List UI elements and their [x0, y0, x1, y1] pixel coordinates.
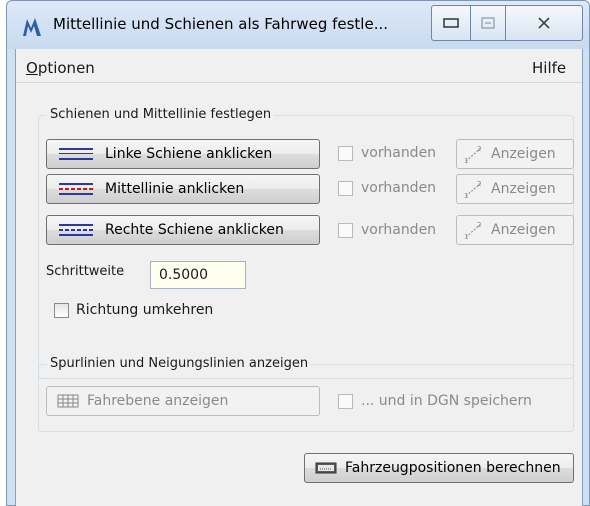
schrittweite-label: Schrittweite	[46, 264, 125, 279]
close-icon	[538, 17, 550, 29]
svg-text:1: 1	[464, 233, 468, 240]
mittellinie-label: Mittellinie anklicken	[105, 181, 245, 197]
keyboard-icon	[315, 462, 337, 474]
dialog-window: Mittellinie und Schienen als Fahrweg fes…	[6, 0, 590, 506]
vorhanden-label-3: vorhanden	[361, 222, 437, 238]
schrittweite-input[interactable]: 0.5000	[150, 261, 246, 289]
maximize-icon	[481, 17, 495, 29]
group-spurlinien-legend: Spurlinien und Neigungslinien anzeigen	[47, 356, 312, 371]
line-style-icon	[59, 146, 93, 162]
menu-optionen-accel: O	[26, 59, 38, 77]
vorhanden-checkbox-3[interactable]	[338, 223, 353, 238]
menu-hilfe[interactable]: Hilfe	[532, 59, 566, 77]
anzeigen-label-2: Anzeigen	[491, 181, 556, 197]
group-schienen-legend: Schienen und Mittellinie festlegen	[47, 107, 275, 122]
dialog-client: Optionen Hilfe Schienen und Mittellinie …	[15, 49, 583, 506]
richtung-umkehren-label: Richtung umkehren	[76, 302, 214, 318]
mittellinie-button[interactable]: Mittellinie anklicken	[46, 174, 320, 204]
measure-icon: 1 2	[464, 180, 481, 199]
title-bar[interactable]: Mittellinie und Schienen als Fahrweg fes…	[7, 1, 589, 49]
fahrzeugpositionen-button[interactable]: Fahrzeugpositionen berechnen	[304, 453, 574, 483]
rechte-schiene-label: Rechte Schiene anklicken	[105, 222, 284, 238]
svg-text:2: 2	[477, 145, 481, 153]
grid-icon	[57, 394, 79, 408]
window-title: Mittellinie und Schienen als Fahrweg fes…	[53, 15, 389, 33]
vorhanden-label-2: vorhanden	[361, 180, 437, 196]
dgn-speichern-checkbox[interactable]	[338, 394, 353, 409]
vorhanden-checkbox-2[interactable]	[338, 181, 353, 196]
close-button[interactable]	[505, 5, 583, 41]
anzeigen-button-2[interactable]: 1 2 Anzeigen	[456, 174, 574, 204]
fahrebene-label: Fahrebene anzeigen	[87, 393, 229, 409]
minimize-button[interactable]	[431, 5, 471, 41]
svg-text:2: 2	[477, 221, 481, 229]
svg-text:2: 2	[477, 180, 481, 188]
measure-icon: 1 2	[464, 145, 481, 164]
svg-text:1: 1	[464, 157, 468, 164]
menu-optionen[interactable]: Optionen	[26, 59, 95, 77]
line-style-icon	[59, 222, 93, 238]
anzeigen-button-3[interactable]: 1 2 Anzeigen	[456, 215, 574, 245]
dgn-speichern-label: ... und in DGN speichern	[361, 393, 532, 409]
measure-icon: 1 2	[464, 221, 481, 240]
rechte-schiene-button[interactable]: Rechte Schiene anklicken	[46, 215, 320, 245]
anzeigen-label-3: Anzeigen	[491, 222, 556, 238]
svg-text:1: 1	[464, 192, 468, 199]
fahrebene-button[interactable]: Fahrebene anzeigen	[46, 386, 320, 416]
menu-optionen-label: ptionen	[37, 59, 95, 77]
minimize-icon	[443, 18, 459, 28]
vorhanden-checkbox-1[interactable]	[338, 146, 353, 161]
line-style-icon	[59, 181, 93, 197]
fahrzeugpositionen-label: Fahrzeugpositionen berechnen	[345, 460, 561, 476]
anzeigen-label-1: Anzeigen	[491, 146, 556, 162]
linke-schiene-label: Linke Schiene anklicken	[105, 146, 273, 162]
app-logo-icon	[23, 18, 41, 36]
vorhanden-label-1: vorhanden	[361, 145, 437, 161]
anzeigen-button-1[interactable]: 1 2 Anzeigen	[456, 139, 574, 169]
linke-schiene-button[interactable]: Linke Schiene anklicken	[46, 139, 320, 169]
menu-bar: Optionen Hilfe	[16, 49, 582, 83]
richtung-umkehren-checkbox[interactable]	[54, 303, 69, 318]
maximize-button[interactable]	[470, 5, 506, 41]
